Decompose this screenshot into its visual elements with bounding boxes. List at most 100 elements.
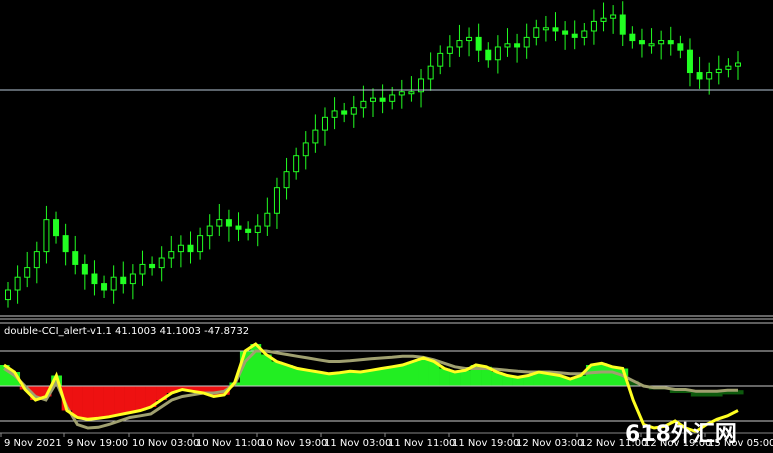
- x-axis-label: 10 Nov 03:00: [132, 438, 199, 449]
- candle: [446, 46, 453, 54]
- candle: [706, 72, 713, 80]
- x-axis-label: 9 Nov 2021: [4, 438, 62, 449]
- candle: [667, 40, 674, 45]
- candle: [321, 116, 328, 131]
- candle: [293, 155, 300, 173]
- candle: [62, 235, 69, 253]
- cci-histogram-bar: [281, 365, 293, 386]
- candle: [735, 62, 741, 67]
- x-axis-label: 12 Nov 03:00: [516, 438, 583, 449]
- cci-histogram-bar: [460, 370, 471, 386]
- candle: [437, 52, 444, 67]
- candle: [53, 219, 60, 237]
- candle: [590, 20, 597, 32]
- cci-histogram-bar: [302, 370, 314, 386]
- candle: [149, 263, 156, 269]
- candle: [302, 142, 309, 157]
- candle: [658, 40, 665, 45]
- candle: [139, 263, 146, 275]
- candle: [350, 107, 357, 115]
- cci-histogram-bar: [260, 354, 272, 386]
- indicator-label: double-CCI_alert-v1.1 41.1003 41.1003 -4…: [4, 326, 249, 337]
- candle: [475, 36, 482, 51]
- candle: [533, 27, 540, 38]
- candle: [14, 276, 21, 291]
- candle: [168, 251, 175, 259]
- candle: [456, 40, 463, 48]
- candle: [552, 27, 559, 32]
- candle: [485, 49, 492, 61]
- candle: [600, 17, 607, 22]
- candle: [33, 251, 40, 269]
- cci-histogram-bar: [292, 368, 304, 386]
- candle: [370, 97, 376, 102]
- cci-histogram-bar: [365, 370, 377, 386]
- candle: [5, 289, 11, 301]
- cci-histogram-bar: [397, 365, 408, 386]
- cci-histogram-bar: [114, 386, 125, 415]
- candle: [542, 27, 549, 31]
- x-axis-label: 10 Nov 11:00: [196, 438, 263, 449]
- candle: [619, 14, 626, 35]
- candle: [254, 225, 261, 233]
- cci-histogram-bar: [82, 386, 94, 420]
- candle: [264, 212, 271, 227]
- candle: [696, 72, 703, 80]
- candle: [158, 257, 165, 269]
- candle: [283, 171, 290, 189]
- candle: [677, 43, 684, 51]
- candle: [610, 14, 617, 19]
- candle: [466, 36, 473, 42]
- candle: [648, 43, 655, 47]
- candle: [581, 30, 588, 38]
- candle: [398, 91, 405, 96]
- candle: [312, 129, 319, 144]
- candle: [379, 97, 386, 102]
- candle: [273, 187, 280, 214]
- candle: [514, 43, 521, 48]
- cci-histogram-bar: [271, 361, 283, 386]
- candle: [225, 219, 232, 227]
- candle: [110, 276, 117, 291]
- candle: [245, 228, 252, 233]
- candle: [686, 49, 693, 74]
- cci-histogram-bar: [376, 368, 388, 386]
- x-axis-label: 10 Nov 19:00: [260, 438, 327, 449]
- cci-histogram-bar: [386, 366, 398, 386]
- candle: [72, 251, 79, 265]
- x-axis-label: 9 Nov 19:00: [67, 438, 128, 449]
- candle: [389, 94, 396, 102]
- candle: [427, 65, 434, 80]
- candle: [235, 225, 242, 230]
- cci-histogram-bar: [355, 372, 367, 386]
- cci-histogram-bar: [72, 386, 83, 418]
- candle: [562, 30, 569, 35]
- trading-chart[interactable]: double-CCI_alert-v1.1 41.1003 41.1003 -4…: [0, 0, 773, 453]
- cci-histogram-bar: [418, 358, 429, 386]
- candle: [43, 219, 50, 253]
- cci-histogram-bar: [407, 361, 419, 386]
- candle: [331, 110, 338, 118]
- candle: [91, 273, 98, 285]
- cci-histogram-bar: [344, 371, 356, 386]
- candle: [197, 235, 204, 253]
- candle: [571, 33, 578, 38]
- cci-histogram-bar: [124, 386, 136, 413]
- cci-histogram-bar: [334, 372, 346, 386]
- candle: [715, 68, 722, 74]
- candle: [504, 43, 511, 48]
- candle: [360, 100, 367, 109]
- cci-histogram-bar: [93, 386, 104, 419]
- cci-histogram-bar: [449, 372, 461, 386]
- cci-histogram-bar: [135, 386, 146, 411]
- candle: [206, 225, 213, 237]
- candle: [725, 65, 732, 70]
- x-axis-label: 11 Nov 11:00: [388, 438, 455, 449]
- cci-histogram-bar: [596, 363, 608, 386]
- candle: [523, 36, 530, 48]
- candle: [129, 273, 136, 285]
- cci-histogram-bar: [606, 366, 618, 386]
- watermark-text: 618外汇网: [625, 421, 737, 447]
- candle: [408, 91, 415, 95]
- candle: [638, 40, 645, 45]
